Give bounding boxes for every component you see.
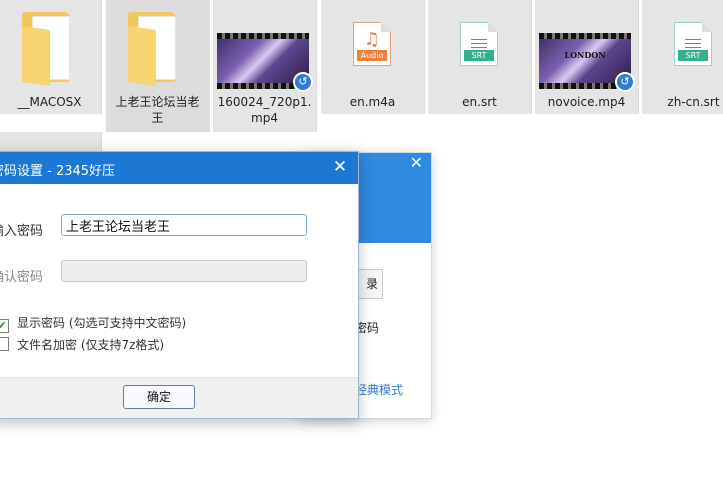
file-name: novoice.mp4 — [547, 95, 626, 109]
file-item-video[interactable]: LONDON ↺ novoice.mp4 — [535, 0, 639, 114]
show-password-checkbox[interactable]: ✔ — [0, 319, 9, 333]
show-password-label: 显示密码 (勾选可支持中文密码) — [17, 316, 187, 330]
dialog-footer: 确定 — [0, 377, 358, 418]
password-input[interactable] — [61, 214, 307, 236]
srt-file-icon: SRT — [674, 22, 712, 66]
dialog-titlebar: 密码设置 - 2345好压 ✕ — [0, 152, 358, 184]
video-overlay-text: LONDON — [564, 50, 606, 60]
srt-file-icon: SRT — [460, 22, 498, 66]
file-name: en.srt — [462, 95, 497, 109]
dialog-title: 密码设置 - 2345好压 — [0, 164, 116, 179]
file-item-partial[interactable] — [0, 132, 102, 152]
file-item-subtitle[interactable]: SRT zh-cn.srt — [642, 0, 723, 114]
encrypt-filenames-option[interactable]: 文件名加密 (仅支持7z格式) — [0, 336, 164, 353]
media-player-icon: ↺ — [615, 72, 635, 92]
file-item-macosx[interactable]: __MACOSX — [0, 0, 102, 114]
encrypt-filenames-label: 文件名加密 (仅支持7z格式) — [17, 338, 165, 352]
close-icon[interactable]: ✕ — [410, 153, 423, 172]
file-name: __MACOSX — [17, 95, 82, 109]
audio-file-icon: ♫ Audio — [353, 22, 391, 66]
file-name: 160024_720p1. mp4 — [217, 95, 312, 125]
folder-icon — [20, 8, 80, 86]
show-password-option[interactable]: ✔ 显示密码 (勾选可支持中文密码) — [0, 314, 186, 333]
confirm-password-label: 确认密码 — [0, 270, 44, 285]
password-label: 输入密码 — [0, 224, 44, 239]
file-item-subtitle[interactable]: SRT en.srt — [428, 0, 532, 114]
file-item-folder[interactable]: 上老王论坛当老 王 — [106, 0, 210, 132]
file-item-audio[interactable]: ♫ Audio en.m4a — [321, 0, 425, 114]
password-dialog: 密码设置 - 2345好压 ✕ 输入密码 确认密码 ✔ 显示密码 (勾选可支持中文… — [0, 151, 359, 419]
file-name: 上老王论坛当老 王 — [115, 95, 200, 125]
encrypt-filenames-checkbox[interactable] — [0, 337, 9, 351]
folder-icon — [126, 8, 186, 86]
file-item-video[interactable]: ↺ 160024_720p1. mp4 — [213, 0, 317, 132]
file-name: en.m4a — [349, 95, 396, 109]
ok-button[interactable]: 确定 — [123, 385, 195, 409]
classic-mode-link[interactable]: 经典模式 — [355, 381, 403, 398]
confirm-password-input[interactable] — [61, 260, 307, 282]
media-player-icon: ↺ — [293, 72, 313, 92]
file-name: zh-cn.srt — [667, 95, 720, 109]
close-icon[interactable]: ✕ — [330, 157, 350, 177]
